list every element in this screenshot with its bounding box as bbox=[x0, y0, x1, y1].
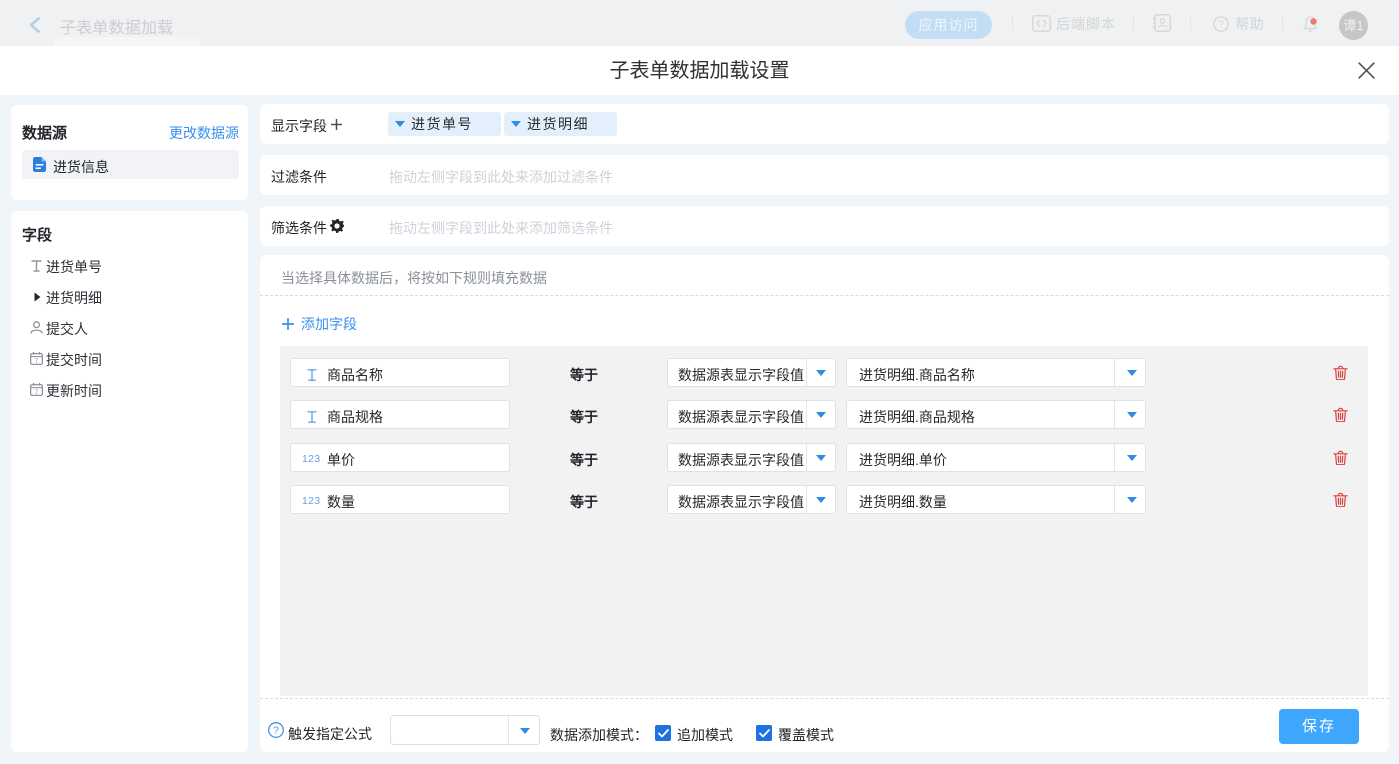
svg-text:?: ? bbox=[273, 725, 279, 737]
svg-text:7: 7 bbox=[35, 389, 39, 396]
svg-text:?: ? bbox=[1218, 20, 1224, 31]
svg-text:7: 7 bbox=[35, 358, 39, 365]
